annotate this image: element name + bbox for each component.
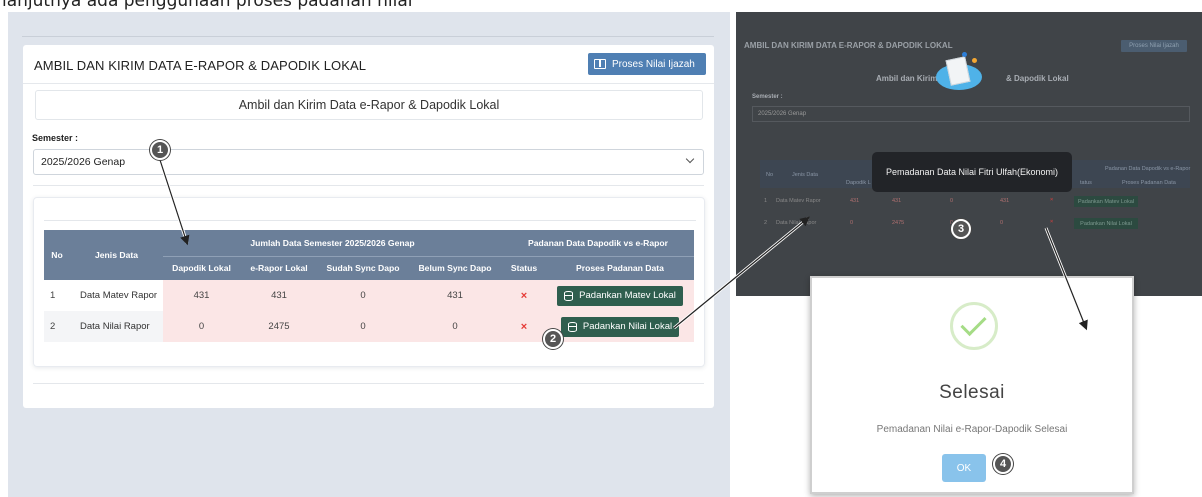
step-badge-1: 1 — [150, 140, 170, 160]
arrow-1 — [159, 159, 190, 246]
arrow-3 — [1045, 227, 1088, 331]
step-badge-3: 3 — [951, 219, 971, 239]
step-badge-2: 2 — [543, 329, 563, 349]
arrow-2 — [673, 216, 810, 329]
step-badge-4: 4 — [993, 454, 1013, 474]
annotation-arrows — [158, 159, 1088, 331]
